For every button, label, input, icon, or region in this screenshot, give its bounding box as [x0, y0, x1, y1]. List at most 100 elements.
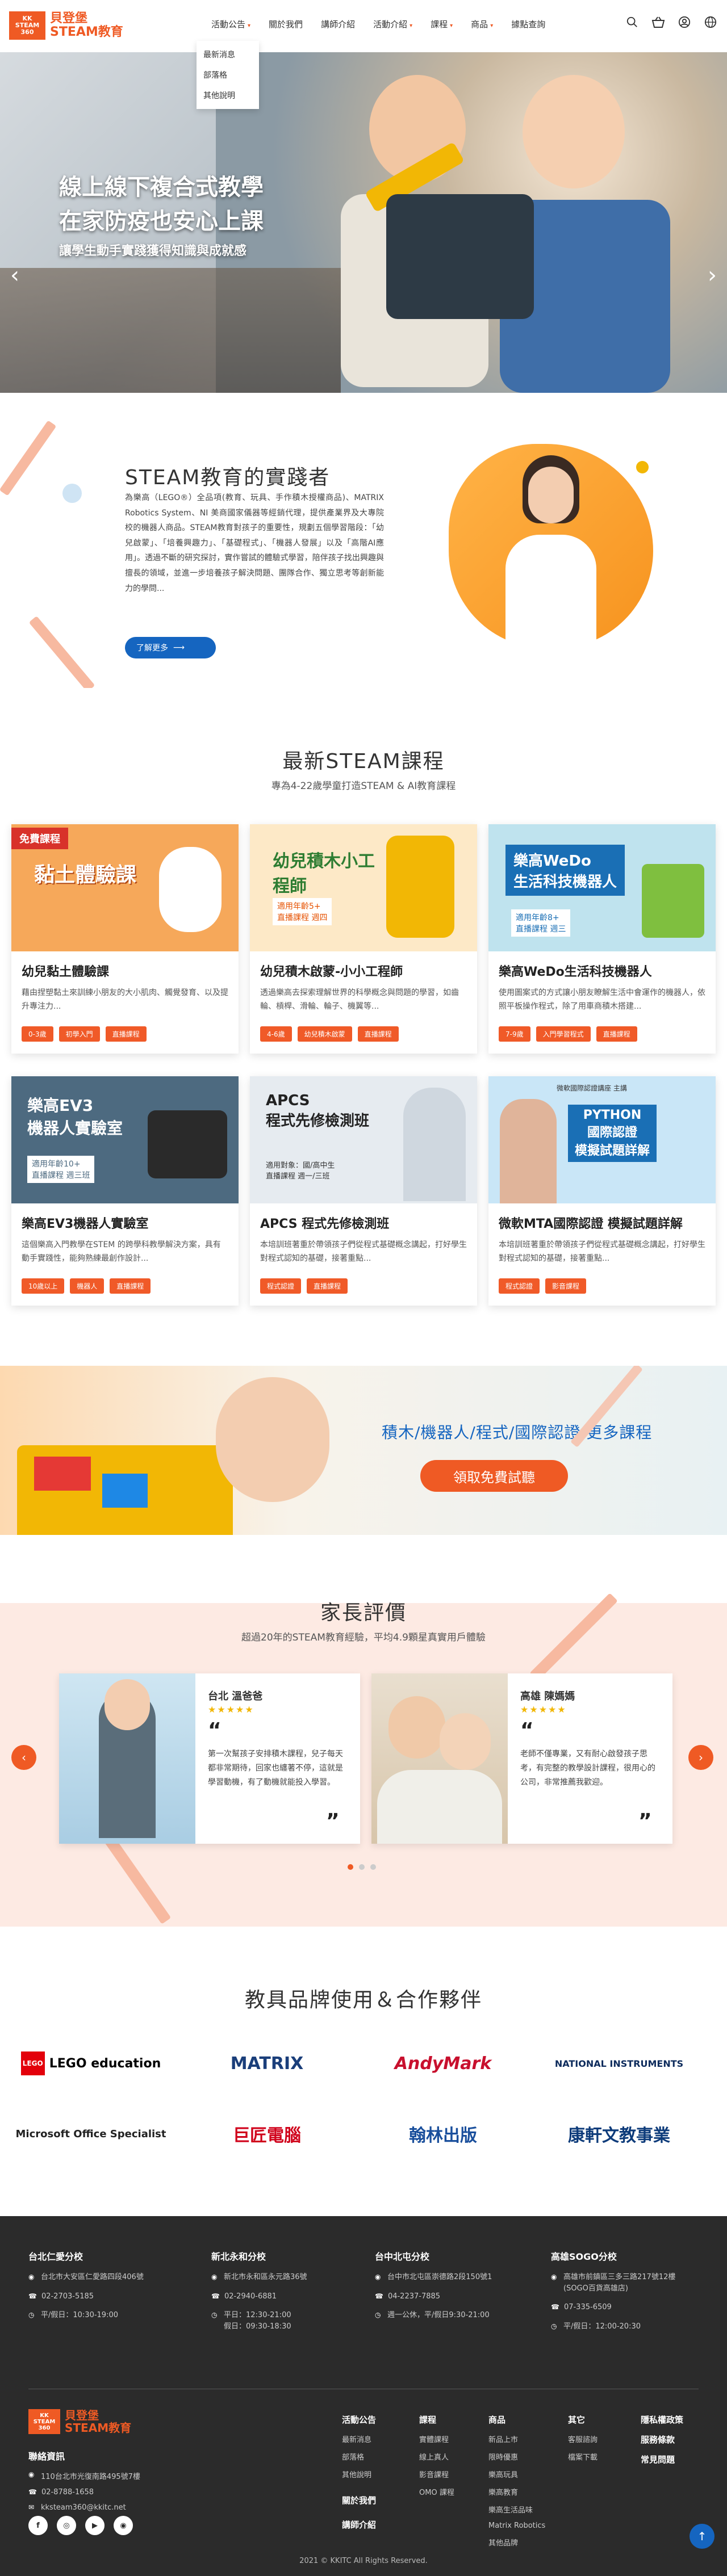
carousel-dot[interactable]: [359, 1864, 365, 1870]
dropdown-item-other[interactable]: 其他說明: [197, 85, 259, 106]
free-trial-button[interactable]: 領取免費試聽: [420, 1460, 568, 1492]
partner-logo-matrix[interactable]: MATRIX: [187, 2044, 346, 2083]
course-image-badge: 免費課程: [11, 828, 68, 849]
branch-hours: 平日：12:30-21:00 假日：09:30-18:30: [224, 2311, 291, 2331]
nav-item-events[interactable]: 活動介紹 ▾: [364, 18, 421, 30]
promo-text: 積木/機器人/程式/國際認證 更多課程: [382, 1423, 653, 1442]
footer-link[interactable]: 客服諮詢: [568, 2434, 598, 2444]
course-tag[interactable]: 直播課程: [596, 1026, 637, 1042]
course-tag[interactable]: 機器人: [70, 1278, 105, 1294]
branch-phone[interactable]: 02-2940-6881: [224, 2291, 277, 2302]
course-tag[interactable]: 直播課程: [105, 1026, 147, 1042]
footer-link[interactable]: 其他品牌: [488, 2537, 545, 2548]
nav-item-about[interactable]: 關於我們: [260, 18, 312, 30]
partner-logo-jujiang[interactable]: 巨匠電腦: [187, 2114, 346, 2154]
hero-next-arrow[interactable]: ›: [708, 262, 717, 288]
course-card[interactable]: 幼兒積木小工程師 適用年齡5+ 直播課程 週四 幼兒積木啟蒙-小小工程師 透過樂…: [250, 824, 477, 1054]
partner-logo-hanlin[interactable]: 翰林出版: [364, 2114, 523, 2154]
contact-phone[interactable]: 02-8788-1658: [41, 2488, 94, 2497]
reviews-next-button[interactable]: ›: [688, 1745, 713, 1770]
course-tag[interactable]: 4-6歲: [260, 1026, 292, 1042]
facebook-icon[interactable]: f: [28, 2516, 48, 2535]
footer-link[interactable]: Matrix Robotics: [488, 2522, 545, 2530]
nav-item-products[interactable]: 商品 ▾: [462, 18, 502, 30]
carousel-dot[interactable]: [348, 1864, 353, 1870]
nav-item-announcements[interactable]: 活動公告 ▾: [202, 18, 260, 30]
course-tag[interactable]: 直播課程: [110, 1278, 151, 1294]
footer-col-other: 其它 客服諮詢 檔案下載: [568, 2415, 598, 2462]
footer-link[interactable]: 樂高生活品味: [488, 2504, 545, 2515]
course-card[interactable]: 微軟國際認證講座 主講 PYTHON 國際認證 模擬試題詳解 微軟MTA國際認證…: [488, 1076, 716, 1306]
footer-link[interactable]: 樂高玩具: [488, 2469, 545, 2479]
course-tag[interactable]: 程式認證: [499, 1278, 540, 1294]
partner-logo-microsoft[interactable]: Microsoft Office Specialist: [11, 2114, 170, 2154]
footer-link-about[interactable]: 關於我們: [342, 2494, 376, 2506]
nav-item-courses[interactable]: 課程 ▾: [421, 18, 462, 30]
partner-logo-andymark[interactable]: AndyMark: [364, 2044, 523, 2083]
instructor-photo: [500, 1099, 557, 1203]
course-card[interactable]: APCS 程式先修檢測班 適用對象：國/高中生 直播課程 週一/三班 APCS …: [250, 1076, 477, 1306]
course-tag[interactable]: 10歲以上: [22, 1278, 65, 1294]
basket-icon[interactable]: [651, 15, 666, 30]
course-image-label: APCS 程式先修檢測班: [266, 1092, 370, 1130]
branch-hours: 平/假日：10:30-19:00: [41, 2311, 118, 2319]
branch-phone[interactable]: 07-335-6509: [564, 2302, 612, 2313]
footer-link[interactable]: 實體課程: [419, 2434, 454, 2444]
learn-more-button[interactable]: 了解更多 ⟶: [125, 637, 216, 658]
course-tag[interactable]: 0-3歲: [22, 1026, 53, 1042]
course-card[interactable]: 樂高WeDo 生活科技機器人 適用年齡8+ 直播課程 週三 樂高WeDo生活科技…: [488, 824, 716, 1054]
course-tag[interactable]: 影音課程: [545, 1278, 587, 1294]
dropdown-item-news[interactable]: 最新消息: [197, 44, 259, 65]
site-logo[interactable]: KK STEAM 360 貝登堡 STEAM教育: [9, 11, 123, 40]
globe-icon[interactable]: [703, 15, 718, 30]
footer-link[interactable]: 線上真人: [419, 2451, 454, 2462]
line-icon[interactable]: ◉: [114, 2516, 133, 2535]
course-title: 幼兒積木啟蒙-小小工程師: [260, 965, 403, 979]
branch-phone[interactable]: 04-2237-7885: [388, 2291, 440, 2302]
course-tag[interactable]: 初學入門: [59, 1026, 100, 1042]
footer-link-teachers[interactable]: 講師介紹: [342, 2519, 376, 2531]
instagram-icon[interactable]: ◎: [57, 2516, 76, 2535]
hero-prev-arrow[interactable]: ‹: [10, 262, 19, 288]
user-icon[interactable]: [677, 15, 692, 30]
nav-item-locations[interactable]: 據點查詢: [502, 18, 554, 30]
reviews-prev-button[interactable]: ‹: [11, 1745, 36, 1770]
branch-phone[interactable]: 02-2703-5185: [41, 2291, 94, 2302]
footer-link[interactable]: OMO 課程: [419, 2486, 454, 2497]
footer-logo[interactable]: KK STEAM 360 貝登堡 STEAM教育: [28, 2409, 131, 2434]
footer-link[interactable]: 新品上市: [488, 2434, 545, 2444]
footer-link[interactable]: 限時優惠: [488, 2451, 545, 2462]
search-icon[interactable]: [625, 15, 640, 30]
course-card[interactable]: 樂高EV3 機器人實驗室 適用年齡10+ 直播課程 週三班 樂高EV3機器人實驗…: [11, 1076, 239, 1306]
course-card[interactable]: 免費課程 黏土體驗課 幼兒黏土體驗課 藉由捏塑黏土來訓練小朋友的大小肌肉、觸覺發…: [11, 824, 239, 1054]
carousel-dot[interactable]: [370, 1864, 376, 1870]
about-text: 為樂高（LEGO®）全品項(教育、玩具、手作積木授權商品)、MATRIX Rob…: [125, 493, 384, 593]
course-tag[interactable]: 幼兒積木啟蒙: [297, 1026, 352, 1042]
course-tag[interactable]: 直播課程: [357, 1026, 399, 1042]
footer-link[interactable]: 服務條款: [641, 2434, 683, 2445]
youtube-icon[interactable]: ▶: [85, 2516, 105, 2535]
dropdown-item-blog[interactable]: 部落格: [197, 65, 259, 85]
footer-link[interactable]: 最新消息: [342, 2434, 376, 2444]
hero-title-line2: 在家防疫也安心上課: [59, 208, 264, 234]
partner-logo-kangxuan[interactable]: 康軒文教事業: [540, 2114, 699, 2154]
course-tag[interactable]: 入門學習程式: [536, 1026, 591, 1042]
footer-link[interactable]: 影音課程: [419, 2469, 454, 2479]
partner-logo-ni[interactable]: NATIONAL INSTRUMENTS: [540, 2044, 699, 2083]
footer-link[interactable]: 檔案下載: [568, 2451, 598, 2462]
back-to-top-button[interactable]: ↑: [690, 2524, 715, 2549]
course-tag[interactable]: 7-9歲: [499, 1026, 530, 1042]
course-tag[interactable]: 直播課程: [307, 1278, 348, 1294]
footer-link[interactable]: 常見問題: [641, 2453, 683, 2465]
partner-logo-lego[interactable]: LEGO LEGO education: [11, 2044, 170, 2083]
course-title: 樂高WeDo生活科技機器人: [499, 965, 652, 979]
review-text: 第一次幫孩子安排積木課程，兒子每天都非常期待，回家也纏著不停，這就是學習動機，有…: [208, 1750, 343, 1788]
footer-link[interactable]: 部落格: [342, 2451, 376, 2462]
footer-link[interactable]: 樂高教育: [488, 2486, 545, 2497]
branch-address: 新北市永和區永元路36號: [224, 2273, 307, 2281]
nav-item-teachers[interactable]: 講師介紹: [312, 18, 364, 30]
course-tag[interactable]: 程式認證: [260, 1278, 302, 1294]
review-photo: [59, 1673, 195, 1844]
footer-link[interactable]: 其他說明: [342, 2469, 376, 2479]
contact-email[interactable]: kksteam360@kkitc.net: [41, 2503, 126, 2512]
